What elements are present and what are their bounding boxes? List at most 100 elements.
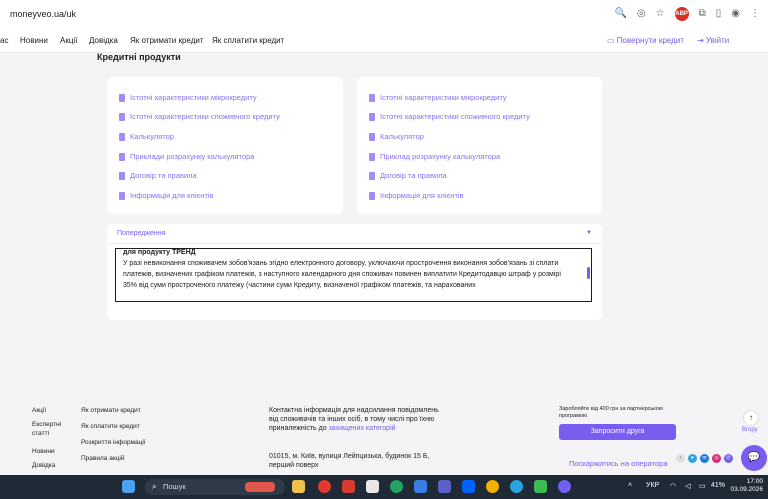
telegram-icon[interactable]: ➤: [688, 454, 697, 463]
messenger-icon[interactable]: m: [700, 454, 709, 463]
teams-icon[interactable]: [438, 480, 451, 493]
link-calculator-example[interactable]: Приклад розрахунку калькулятора: [369, 152, 500, 161]
link-calculator[interactable]: Калькулятор: [369, 132, 424, 141]
file-explorer-icon[interactable]: [292, 480, 305, 493]
warning-text-box[interactable]: для продукту ТРЕНД У разі невиконання сп…: [115, 248, 592, 302]
return-credit-link[interactable]: ▭ Повернути кредит: [607, 36, 684, 45]
footer-link-expert-articles[interactable]: Експертні статті: [32, 420, 66, 447]
chrome-icon[interactable]: [486, 480, 499, 493]
nav-item-partial[interactable]: ас: [0, 36, 8, 45]
star-icon[interactable]: ☆: [656, 7, 665, 21]
footer-link-disclosure[interactable]: Розкриття інформації: [81, 438, 146, 454]
sidebar-icon[interactable]: ▯: [716, 7, 722, 21]
taskbar-search[interactable]: ⌕ Пошук: [145, 479, 285, 495]
volume-icon[interactable]: ◁: [685, 482, 690, 490]
clock-date: 03.09.2026: [730, 486, 763, 493]
app-icon[interactable]: [534, 480, 547, 493]
instagram-icon[interactable]: ◎: [712, 454, 721, 463]
partner-promo: Заробляйте від 400 грн за партнерською п…: [559, 406, 663, 419]
nav-item-pay-credit[interactable]: Як сплатити кредит: [212, 36, 284, 45]
document-icon: [119, 93, 125, 102]
link-contract-rules[interactable]: Договір та правила: [369, 171, 447, 180]
chat-icon[interactable]: 💬: [741, 445, 767, 471]
link-client-info[interactable]: Інформація для клієнтів: [369, 191, 464, 200]
extension-abp-icon[interactable]: ABP: [674, 7, 689, 21]
battery-level: 41%: [711, 482, 726, 489]
scrollbar-thumb[interactable]: [587, 267, 590, 279]
wifi-icon[interactable]: ◠: [670, 482, 676, 490]
contact-info: Контактна інформація для надсилання пові…: [269, 406, 444, 433]
link-consumer-credit-characteristics[interactable]: Істотні характеристики споживчого кредит…: [369, 112, 530, 121]
app-icon[interactable]: [366, 480, 379, 493]
protected-categories-link[interactable]: захищених категорій: [329, 425, 396, 432]
telegram-taskbar-icon[interactable]: [510, 480, 523, 493]
browser-toolbar: moneyveo.ua/uk 🔍 ◎ ☆ ABP ⧉ ▯ ◉ ⋮: [0, 0, 768, 31]
taskbar-search-label: Пошук: [163, 482, 186, 491]
windows-start-icon[interactable]: [122, 480, 135, 493]
link-consumer-credit-characteristics[interactable]: Істотні характеристики споживчого кредит…: [119, 112, 280, 121]
link-label: Інформація для клієнтів: [380, 191, 464, 200]
footer-link-help[interactable]: Довідка: [32, 461, 66, 475]
search-icon: ⌕: [152, 482, 157, 491]
extensions-puzzle-icon[interactable]: ⧉: [699, 7, 706, 21]
link-client-info[interactable]: Інформація для клієнтів: [119, 191, 214, 200]
login-link[interactable]: ⇥ Увійти: [697, 36, 729, 45]
system-clock[interactable]: 17:00 03.09.2026: [730, 478, 763, 494]
credit-products-card-left: Істотні характеристики мікрокредиту Істо…: [107, 77, 343, 214]
site-nav: ас Новини Акції Довідка Як отримати кред…: [0, 30, 768, 53]
link-calculator[interactable]: Калькулятор: [119, 132, 174, 141]
complain-link[interactable]: Поскаржитись на оператора: [569, 459, 668, 468]
social-links: › ➤ m ◎ ✆: [676, 454, 733, 463]
footer-link-promo-rules[interactable]: Правила акцій: [81, 454, 146, 470]
eye-off-icon[interactable]: ◎: [637, 7, 646, 21]
footer-col-1: Акції Експертні статті Новини Довідка: [32, 406, 66, 475]
menu-icon[interactable]: ⋮: [750, 7, 760, 21]
document-icon: [119, 132, 125, 141]
footer-link-news[interactable]: Новини: [32, 447, 66, 461]
link-microcredit-characteristics[interactable]: Істотні характеристики мікрокредиту: [369, 93, 507, 102]
clock-time: 17:00: [746, 478, 763, 485]
viber-taskbar-icon[interactable]: [558, 480, 571, 493]
input-language[interactable]: УКР: [646, 482, 659, 489]
login-label: Увійти: [705, 36, 730, 45]
edge-icon[interactable]: [390, 480, 403, 493]
warning-cut-line: для продукту ТРЕНД: [123, 249, 196, 256]
footer-link-promos[interactable]: Акції: [32, 406, 66, 420]
scroll-up-label[interactable]: Вгору: [742, 427, 758, 433]
link-label: Калькулятор: [130, 132, 174, 141]
link-contract-rules[interactable]: Договір та правила: [119, 171, 197, 180]
footer-link-get-credit[interactable]: Як отримати кредит: [81, 406, 146, 422]
wallet-icon: ▭: [607, 36, 615, 45]
footer-col-2: Як отримати кредит Як сплатити кредит Ро…: [81, 406, 146, 470]
chevron-right-icon[interactable]: ›: [676, 454, 685, 463]
document-icon: [369, 171, 375, 180]
link-calculator-examples[interactable]: Приклади розрахунку калькулятора: [119, 152, 254, 161]
dropbox-icon[interactable]: [462, 480, 475, 493]
opera-icon[interactable]: [318, 480, 331, 493]
link-label: Істотні характеристики мікрокредиту: [380, 93, 507, 102]
warning-title[interactable]: Попередження: [117, 230, 165, 237]
nav-item-promos[interactable]: Акції: [60, 36, 77, 45]
app-l-icon[interactable]: [342, 480, 355, 493]
link-microcredit-characteristics[interactable]: Істотні характеристики мікрокредиту: [119, 93, 257, 102]
chevron-down-icon[interactable]: ▼: [586, 230, 592, 236]
section-title: Кредитні продукти: [97, 52, 181, 62]
link-label: Істотні характеристики мікрокредиту: [130, 93, 257, 102]
address: 01015, м. Київ, вулиця Лейпцизька, будин…: [269, 453, 430, 469]
footer-link-pay-credit[interactable]: Як сплатити кредит: [81, 422, 146, 438]
tray-chevron-icon[interactable]: ˄: [628, 482, 632, 489]
address-bar[interactable]: moneyveo.ua/uk: [10, 9, 76, 19]
nav-item-news[interactable]: Новини: [20, 36, 48, 45]
zoom-icon[interactable]: 🔍: [614, 7, 626, 21]
scroll-up-button[interactable]: ↑: [743, 410, 759, 426]
warning-text: для продукту ТРЕНД У разі невиконання сп…: [123, 249, 575, 291]
invite-friend-button[interactable]: Запросити друга: [559, 424, 676, 440]
app-icon[interactable]: [414, 480, 427, 493]
link-label: Договір та правила: [130, 171, 197, 180]
nav-item-get-credit[interactable]: Як отримати кредит: [130, 36, 204, 45]
nav-item-help[interactable]: Довідка: [89, 36, 118, 45]
profile-icon[interactable]: ◉: [731, 7, 740, 21]
viber-icon[interactable]: ✆: [724, 454, 733, 463]
login-icon: ⇥: [697, 36, 704, 45]
battery-icon[interactable]: ▭: [699, 482, 706, 490]
